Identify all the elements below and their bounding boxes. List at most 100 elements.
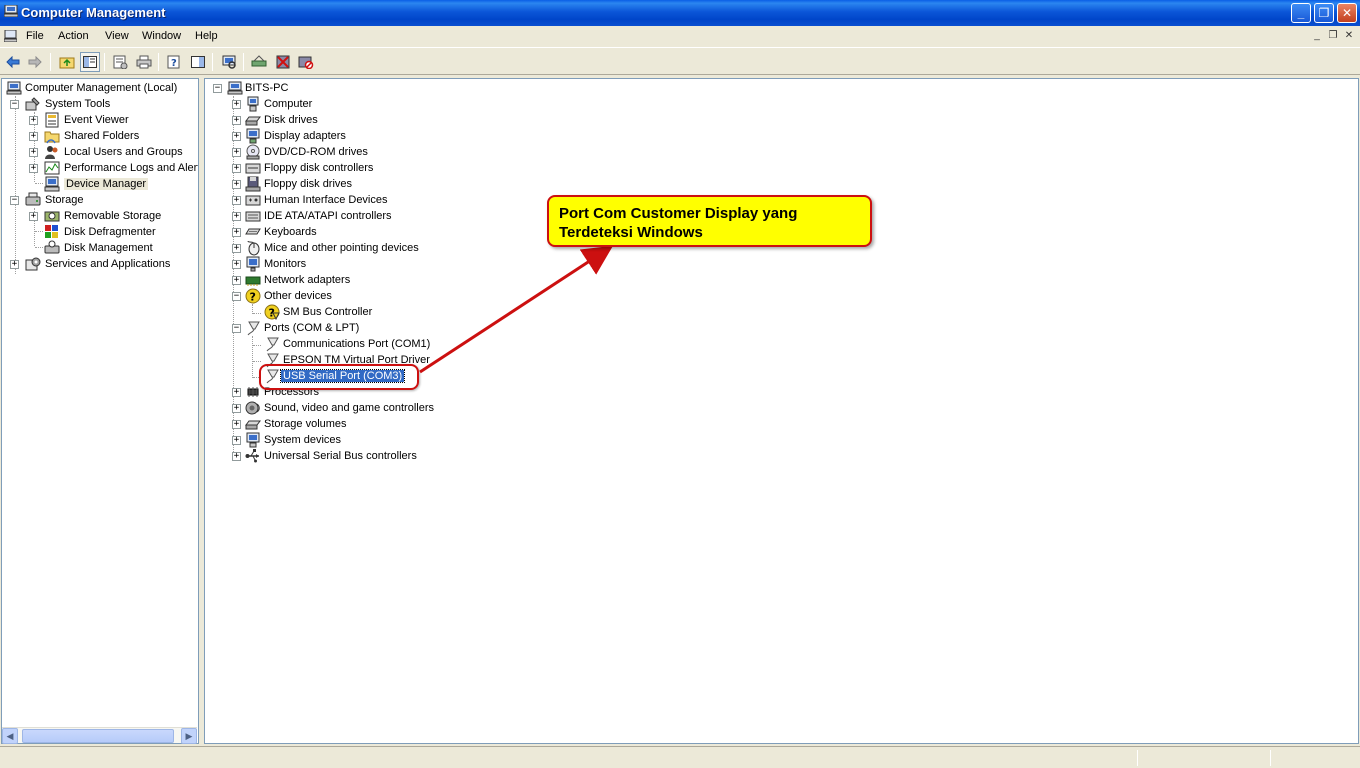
tree-label: Network adapters	[264, 274, 351, 286]
collapse-toggle[interactable]: −	[232, 324, 241, 333]
scan-hardware-button[interactable]	[219, 52, 239, 72]
tree-label: Computer	[264, 98, 313, 110]
maximize-button[interactable]: ❐	[1314, 3, 1334, 23]
tree-label: Disk Defragmenter	[64, 226, 156, 238]
console-icon[interactable]	[4, 30, 17, 42]
tree-label: BITS-PC	[245, 82, 289, 94]
expand-toggle[interactable]: +	[29, 164, 38, 173]
menu-bar: File Action View Window Help _ ❐ ✕	[0, 26, 1360, 48]
forward-button[interactable]	[25, 52, 45, 72]
scrollbar-thumb[interactable]	[22, 729, 174, 743]
annotation-callout: Port Com Customer Display yang Terdeteks…	[547, 195, 872, 247]
expand-toggle[interactable]: +	[232, 404, 241, 413]
expand-toggle[interactable]: +	[29, 148, 38, 157]
expand-toggle[interactable]: +	[232, 164, 241, 173]
hid-icon	[245, 195, 261, 206]
system-device-icon	[246, 432, 260, 448]
expand-toggle[interactable]: +	[10, 260, 19, 269]
properties-button[interactable]	[110, 52, 130, 72]
scan-hardware-icon	[222, 55, 236, 69]
console-tree-pane[interactable]: Computer Management (Local) − System Too…	[1, 78, 199, 744]
menu-help[interactable]: Help	[195, 30, 218, 42]
scroll-left-button[interactable]: ◀	[2, 728, 18, 744]
tree-label: Floppy disk drives	[264, 178, 353, 190]
show-hide-action-pane-button[interactable]	[188, 52, 208, 72]
menu-action[interactable]: Action	[58, 30, 89, 42]
up-one-level-button[interactable]	[57, 52, 77, 72]
expand-toggle[interactable]: +	[232, 420, 241, 429]
expand-toggle[interactable]: +	[232, 388, 241, 397]
unknown-device-icon: ?	[245, 288, 261, 304]
back-button[interactable]	[3, 52, 23, 72]
forward-arrow-icon	[28, 56, 42, 68]
help-button[interactable]: ?	[164, 52, 184, 72]
menu-view[interactable]: View	[105, 30, 129, 42]
menu-window[interactable]: Window	[142, 30, 181, 42]
show-hide-tree-button[interactable]	[80, 52, 100, 72]
expand-toggle[interactable]: +	[232, 228, 241, 237]
expand-toggle[interactable]: +	[232, 212, 241, 221]
print-button[interactable]	[134, 52, 154, 72]
expand-toggle[interactable]: +	[29, 212, 38, 221]
disable-device-button[interactable]	[296, 52, 316, 72]
disk-management-icon	[44, 240, 60, 254]
mouse-icon	[247, 240, 260, 256]
tree-label: Human Interface Devices	[264, 194, 388, 206]
minimize-button[interactable]: _	[1291, 3, 1311, 23]
tree-label: Ports (COM & LPT)	[264, 322, 360, 334]
tree-label: Storage	[45, 194, 84, 206]
tree-label: Services and Applications	[45, 258, 171, 270]
monitor-icon	[246, 256, 260, 272]
child-restore-button[interactable]: ❐	[1326, 30, 1340, 43]
scroll-right-button[interactable]: ▶	[181, 728, 197, 744]
expand-toggle[interactable]: +	[232, 100, 241, 109]
computer-icon	[247, 96, 259, 112]
expand-toggle[interactable]: +	[232, 436, 241, 445]
toolbar: ?	[0, 49, 1360, 75]
expand-toggle[interactable]: +	[232, 196, 241, 205]
expand-toggle[interactable]: +	[29, 132, 38, 141]
expand-toggle[interactable]: +	[232, 452, 241, 461]
disable-device-icon	[298, 56, 314, 69]
child-close-button[interactable]: ✕	[1342, 30, 1356, 43]
ide-controller-icon	[245, 211, 261, 222]
expand-toggle[interactable]: +	[29, 116, 38, 125]
properties-icon	[113, 55, 128, 69]
tree-label: Display adapters	[264, 130, 346, 142]
expand-toggle[interactable]: +	[232, 180, 241, 189]
expand-toggle[interactable]: +	[232, 132, 241, 141]
expand-toggle[interactable]: +	[232, 260, 241, 269]
svg-text:?: ?	[250, 291, 256, 304]
defrag-icon	[45, 225, 58, 238]
device-tree-pane[interactable]: − BITS-PC + Computer + Disk drives + Dis…	[204, 78, 1359, 744]
display-adapter-icon	[246, 128, 260, 144]
menu-file[interactable]: File	[26, 30, 44, 42]
storage-volume-icon	[245, 420, 261, 430]
tree-label: Disk Management	[64, 242, 153, 254]
performance-icon	[44, 161, 60, 175]
tree-label: Mice and other pointing devices	[264, 242, 419, 254]
uninstall-button[interactable]	[273, 52, 293, 72]
expand-toggle[interactable]: +	[232, 116, 241, 125]
collapse-toggle[interactable]: −	[10, 196, 19, 205]
help-icon: ?	[167, 55, 180, 69]
expand-toggle[interactable]: +	[232, 244, 241, 253]
expand-toggle[interactable]: +	[232, 276, 241, 285]
child-minimize-button[interactable]: _	[1310, 30, 1324, 43]
storage-icon	[25, 192, 41, 206]
port-icon	[266, 337, 279, 352]
collapse-toggle[interactable]: −	[232, 292, 241, 301]
update-driver-button[interactable]	[249, 52, 269, 72]
update-driver-icon	[251, 55, 267, 67]
folder-up-icon	[59, 57, 75, 69]
tree-label: Performance Logs and Alerts	[64, 162, 199, 174]
console-tree-icon	[83, 56, 97, 68]
floppy-controller-icon	[245, 163, 261, 174]
close-button[interactable]: ✕	[1337, 3, 1357, 23]
horizontal-scrollbar[interactable]: ◀ ▶	[2, 727, 197, 744]
window-title: Computer Management	[21, 5, 166, 20]
collapse-toggle[interactable]: −	[10, 100, 19, 109]
printer-icon	[136, 55, 152, 69]
collapse-toggle[interactable]: −	[213, 84, 222, 93]
expand-toggle[interactable]: +	[232, 148, 241, 157]
